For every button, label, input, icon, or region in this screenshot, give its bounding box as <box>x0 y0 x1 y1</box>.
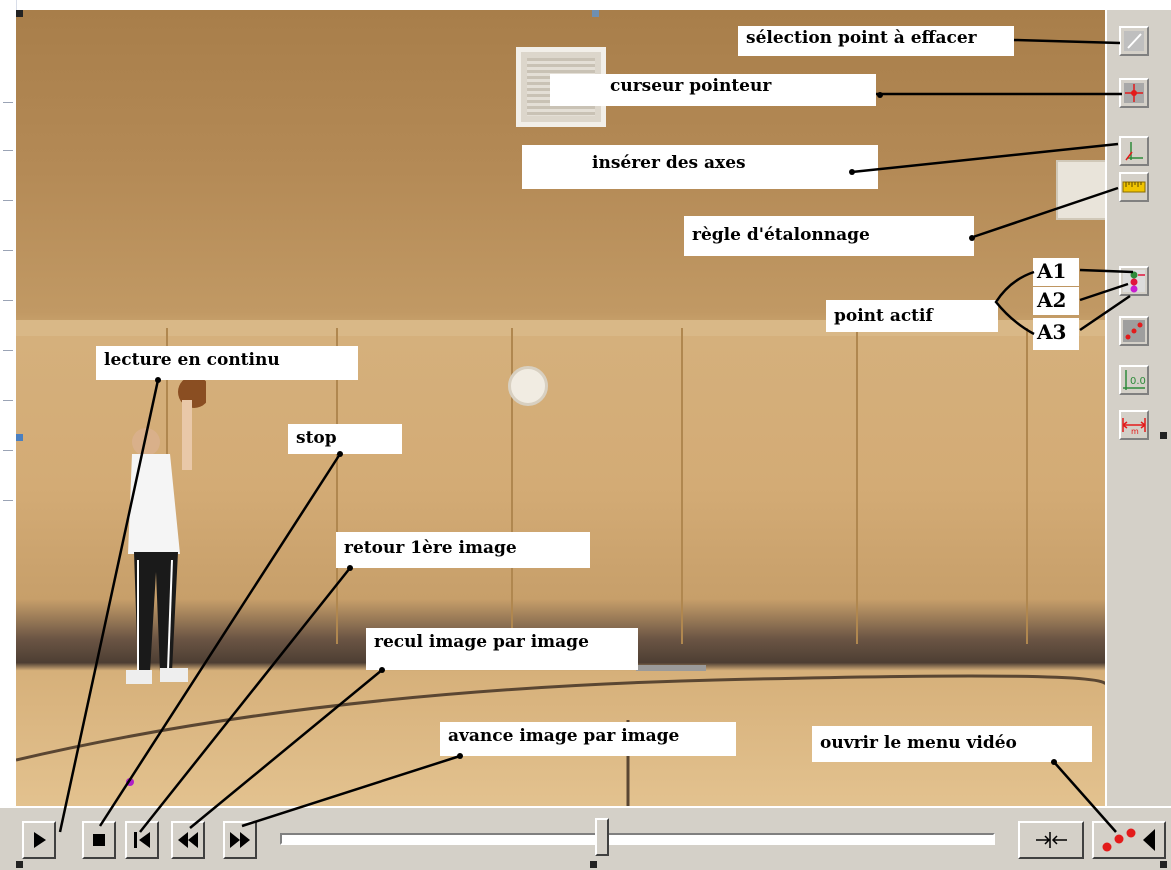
left-margin-ruler <box>0 0 17 870</box>
active-point-button[interactable] <box>1119 266 1149 296</box>
fit-frame-button[interactable] <box>1018 821 1084 859</box>
ruler-icon <box>1122 181 1146 193</box>
resize-handle[interactable] <box>16 10 23 17</box>
resize-handle[interactable] <box>1160 432 1167 439</box>
annotation-a3: A3 <box>1033 318 1079 350</box>
annotation-curseur-pointeur: curseur pointeur <box>550 74 876 106</box>
step-back-button[interactable] <box>171 821 205 859</box>
video-frame[interactable] <box>16 10 1105 806</box>
fit-frame-icon <box>1036 832 1067 848</box>
wall-panel-divider <box>681 328 683 644</box>
first-frame-button[interactable] <box>125 821 159 859</box>
resize-handle[interactable] <box>16 434 23 441</box>
annotation-retour-premiere-image: retour 1ère image <box>336 532 590 568</box>
resize-handle[interactable] <box>1160 861 1167 868</box>
video-menu-button[interactable] <box>1092 821 1166 859</box>
annotation-inserer-axes: insérer des axes <box>522 145 878 189</box>
eraser-selection-button[interactable] <box>1119 26 1149 56</box>
annotation-selection-point-effacer: sélection point à effacer <box>738 26 1014 56</box>
stop-button[interactable] <box>82 821 116 859</box>
video-menu-icon <box>1102 828 1155 852</box>
resize-handle[interactable] <box>592 10 599 17</box>
show-points-button[interactable] <box>1119 316 1149 346</box>
annotation-a2: A2 <box>1033 287 1079 315</box>
annotation-avance-image: avance image par image <box>440 722 736 756</box>
origin-coordinates-button[interactable]: 0.0 <box>1119 365 1149 395</box>
video-timeline-thumb[interactable] <box>595 818 610 856</box>
play-icon <box>34 832 46 848</box>
resize-handle[interactable] <box>16 861 23 868</box>
step-forward-button[interactable] <box>223 821 257 859</box>
distance-measure-button[interactable]: m <box>1119 410 1149 440</box>
resize-handle[interactable] <box>590 861 597 868</box>
annotation-recul-image: recul image par image <box>366 628 638 670</box>
wall-panel-divider <box>856 328 858 644</box>
calibration-ruler-button[interactable] <box>1119 172 1149 202</box>
step-back-icon <box>178 832 198 848</box>
wall-clock <box>508 366 548 406</box>
active-point-icon <box>1123 270 1145 293</box>
first-frame-icon <box>134 832 150 848</box>
bottom-toolbar <box>0 806 1171 870</box>
right-toolbar: 0.0 m <box>1105 10 1171 806</box>
scale-unit: m <box>1131 427 1139 436</box>
basketball-player <box>126 380 206 684</box>
step-forward-icon <box>230 832 250 848</box>
annotation-a1: A1 <box>1033 258 1079 286</box>
points-icon <box>1123 320 1145 342</box>
video-timeline-slider[interactable] <box>280 833 995 845</box>
tracked-point-marker <box>126 778 134 786</box>
insert-axes-button[interactable] <box>1119 136 1149 166</box>
annotation-point-actif: point actif <box>826 300 998 332</box>
play-button[interactable] <box>22 821 56 859</box>
origin-coordinates-icon: 0.0 <box>1123 370 1146 390</box>
eraser-selection-icon <box>1124 31 1144 51</box>
axes-icon <box>1125 142 1143 161</box>
annotation-regle-etalonnage: règle d'étalonnage <box>684 216 974 256</box>
distance-measure-icon: m <box>1122 418 1146 436</box>
video-analysis-window: 0.0 m sélection point à effacer curseur … <box>0 0 1171 870</box>
annotation-stop: stop <box>288 424 402 454</box>
crosshair-pointer-icon <box>1124 83 1144 103</box>
pointer-cursor-button[interactable] <box>1119 78 1149 108</box>
stop-icon <box>93 834 105 846</box>
calibration-readout: 0.0 <box>1130 376 1146 387</box>
wall-box <box>1056 160 1105 220</box>
annotation-lecture-continu: lecture en continu <box>96 346 358 380</box>
wall-panel-divider <box>1026 328 1028 644</box>
annotation-ouvrir-menu-video: ouvrir le menu vidéo <box>812 726 1092 762</box>
